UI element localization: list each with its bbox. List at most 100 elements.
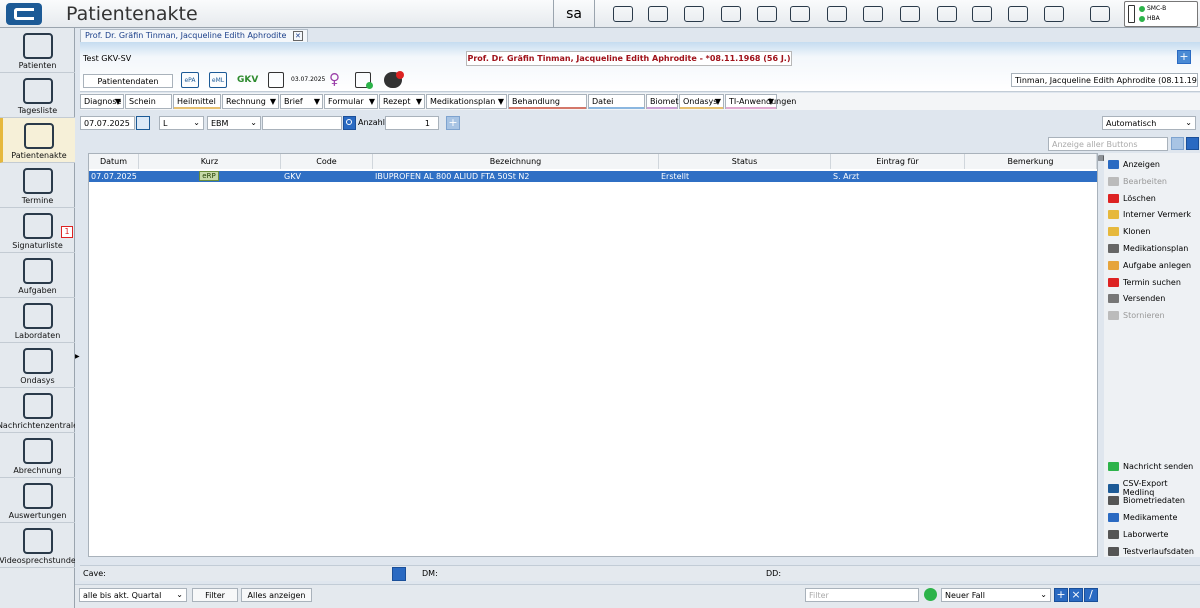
action-nachricht-senden[interactable]: Nachricht senden	[1108, 462, 1193, 471]
column-header-eintrag-für[interactable]: Eintrag für	[831, 154, 965, 169]
date-field[interactable]: 07.07.2025	[80, 116, 135, 130]
card-reader-icon[interactable]	[610, 4, 636, 24]
action-anzeigen[interactable]: Anzeigen	[1108, 160, 1160, 169]
action-interner-vermerk[interactable]: Interner Vermerk	[1108, 210, 1191, 220]
menu-heilmittel[interactable]: Heilmittel	[173, 94, 221, 109]
sidebar-item-abrechnung[interactable]: Abrechnung	[0, 433, 75, 478]
sidebar-item-tagesliste[interactable]: Tagesliste	[0, 73, 75, 118]
action-aufgabe-anlegen[interactable]: Aufgabe anlegen	[1108, 260, 1191, 270]
add-case-icon[interactable]: +	[1054, 588, 1068, 602]
ti-network-icon[interactable]	[1087, 4, 1113, 24]
column-header-bemerkung[interactable]: Bemerkung	[965, 154, 1097, 169]
sidebar-item-nachrichtenzentrale[interactable]: Nachrichtenzentrale	[0, 388, 78, 433]
refresh-check-icon[interactable]	[1041, 4, 1067, 24]
column-header-status[interactable]: Status	[659, 154, 831, 169]
add-icon[interactable]: +	[1177, 50, 1191, 64]
code-search-input[interactable]	[262, 116, 342, 130]
sidebar-item-labordaten[interactable]: Labordaten	[0, 298, 75, 343]
column-header-bezeichnung[interactable]: Bezeichnung	[373, 154, 659, 169]
delete-case-icon[interactable]: ×	[1069, 588, 1083, 602]
sidebar-item-signaturliste[interactable]: Signaturliste 1	[0, 208, 75, 253]
action-klonen[interactable]: Klonen	[1108, 227, 1150, 237]
calendar-icon[interactable]	[136, 116, 150, 130]
calendar-list-icon[interactable]	[787, 4, 813, 24]
menu-schein[interactable]: Schein	[125, 94, 172, 109]
action-csv-export-medlinq[interactable]: CSV-Export Medlinq	[1108, 479, 1200, 497]
card-status-panel[interactable]: SMC-B HBA	[1124, 1, 1198, 27]
menu-ondasys[interactable]: Ondasys ▼	[679, 94, 724, 109]
eml-icon[interactable]: eML	[209, 72, 227, 88]
anzahl-stepper[interactable]: 1	[385, 116, 439, 130]
tools-icon[interactable]	[754, 4, 780, 24]
column-header-datum[interactable]: Datum	[89, 154, 139, 169]
menu-behandlung[interactable]: Behandlung	[508, 94, 587, 109]
patient-select[interactable]: Tinman, Jacqueline Edith Aphrodite (08.1…	[1011, 73, 1198, 87]
search-options-icon[interactable]	[1171, 137, 1184, 150]
gkv-label: GKV	[237, 75, 259, 85]
insurance-card-icon[interactable]	[268, 72, 284, 88]
sidebar-item-ondasys[interactable]: Ondasys	[0, 343, 75, 388]
menu-rezept[interactable]: Rezept ▼	[379, 94, 425, 109]
refresh-icon[interactable]	[924, 588, 937, 601]
menu-ti-anwendungen[interactable]: TI-Anwendungen ▼	[725, 94, 796, 109]
menu-medikationsplan[interactable]: Medikationsplan ▼	[426, 94, 507, 109]
menu-brief[interactable]: Brief ▼	[280, 94, 323, 109]
add-user-icon[interactable]	[681, 4, 707, 24]
entry-type-select[interactable]: L ⌄	[159, 116, 204, 130]
action-medikationsplan[interactable]: Medikationsplan	[1108, 244, 1188, 253]
button-search-input[interactable]: Anzeige aller Buttons	[1048, 137, 1168, 151]
menu-rechnung[interactable]: Rechnung ▼	[222, 94, 279, 109]
menu-formular[interactable]: Formular ▼	[324, 94, 378, 109]
action-versenden[interactable]: Versenden	[1108, 294, 1165, 304]
filter-button[interactable]: Filter	[192, 588, 238, 602]
action-stornieren[interactable]: Stornieren	[1108, 311, 1165, 321]
action-testverlaufsdaten[interactable]: Testverlaufsdaten	[1108, 547, 1194, 556]
mode-select[interactable]: Automatisch ⌄	[1102, 116, 1196, 130]
menu-diagnose[interactable]: Diagnose ▼	[80, 94, 124, 109]
camera-icon[interactable]	[969, 4, 995, 24]
action-biometriedaten[interactable]: Biometriedaten	[1108, 496, 1185, 505]
sidebar-item-termine[interactable]: Termine	[0, 163, 75, 208]
action-laborwerte[interactable]: Laborwerte	[1108, 530, 1168, 539]
lock-person-icon[interactable]	[1005, 4, 1031, 24]
user-label[interactable]: sa	[553, 0, 595, 28]
schedule-icon[interactable]	[860, 4, 886, 24]
edit-cave-icon[interactable]	[392, 567, 406, 581]
sidebar-item-aufgaben[interactable]: Aufgaben	[0, 253, 75, 298]
catalog-select[interactable]: EBM ⌄	[207, 116, 261, 130]
edit-case-icon[interactable]: /	[1084, 588, 1098, 602]
action-medikamente[interactable]: Medikamente	[1108, 513, 1177, 522]
table-row[interactable]: 07.07.2025 eRP GKV IBUPROFEN AL 800 ALIU…	[89, 171, 1097, 182]
action-löschen[interactable]: Löschen	[1108, 193, 1156, 203]
period-select[interactable]: alle bis akt. Quartal ⌄	[79, 588, 187, 602]
close-tab-icon[interactable]: ✕	[293, 31, 303, 41]
calendar-15-icon[interactable]	[718, 4, 744, 24]
search-icon[interactable]	[343, 116, 356, 130]
action-termin-suchen[interactable]: Termin suchen	[1108, 277, 1181, 287]
app-logo-icon[interactable]	[6, 3, 42, 25]
filter-input[interactable]: Filter	[805, 588, 919, 602]
action-bearbeiten[interactable]: Bearbeiten	[1108, 176, 1167, 186]
menu-label: Schein	[129, 97, 156, 106]
add-patient-icon[interactable]	[645, 4, 671, 24]
epa-icon[interactable]: ePA	[181, 72, 199, 88]
fax-icon[interactable]	[897, 4, 923, 24]
case-select[interactable]: Neuer Fall ⌄	[941, 588, 1051, 602]
edit-icon[interactable]	[1186, 137, 1199, 150]
tab-patient[interactable]: Prof. Dr. Gräfin Tinman, Jacqueline Edit…	[80, 29, 308, 42]
column-header-code[interactable]: Code	[281, 154, 373, 169]
sidebar-item-patienten[interactable]: Patienten	[0, 28, 75, 73]
checklist-icon[interactable]	[824, 4, 850, 24]
column-header-kurz[interactable]: Kurz	[139, 154, 281, 169]
menu-datei[interactable]: Datei	[588, 94, 645, 109]
sidebar-item-videosprechstunde[interactable]: Videosprechstunde	[0, 523, 76, 568]
patientendaten-button[interactable]: Patientendaten	[83, 74, 173, 88]
show-all-button[interactable]: Alles anzeigen	[241, 588, 312, 602]
sidebar-item-patientenakte[interactable]: Patientenakte	[0, 118, 75, 163]
add-entry-icon[interactable]: +	[446, 116, 460, 130]
menu-biometrie[interactable]: Biometrie	[646, 94, 689, 109]
sidebar-item-auswertungen[interactable]: Auswertungen	[0, 478, 75, 523]
app-title: Patientenakte	[66, 3, 198, 25]
signature-pad-icon[interactable]	[934, 4, 960, 24]
document-check-icon[interactable]	[355, 72, 373, 89]
